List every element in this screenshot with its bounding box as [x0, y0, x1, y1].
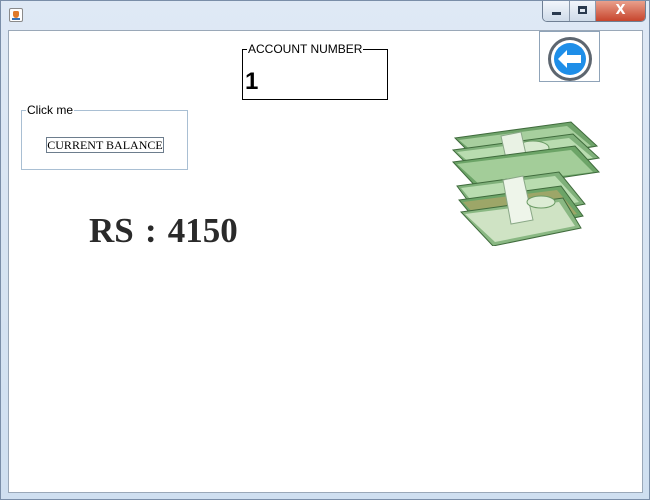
back-arrow-icon — [548, 37, 592, 81]
balance-amount: 4150 — [167, 211, 238, 250]
minimize-button[interactable] — [543, 1, 570, 21]
title-bar[interactable]: X — [1, 1, 650, 30]
account-number-panel: ACCOUNT NUMBER 1 — [242, 42, 388, 100]
current-balance-button[interactable]: CURRENT BALANCE — [46, 137, 164, 153]
balance-display: RS:4150 — [89, 211, 238, 251]
window-controls: X — [542, 1, 646, 22]
money-stack-icon — [451, 121, 601, 246]
account-number-value: 1 — [245, 68, 259, 95]
account-number-label: ACCOUNT NUMBER — [247, 42, 364, 56]
maximize-button[interactable] — [570, 1, 596, 21]
java-app-icon[interactable] — [9, 8, 23, 22]
app-window: X ACCOUNT NUMBER 1 Click me CURRENT BALA… — [0, 0, 650, 500]
close-button[interactable]: X — [596, 1, 645, 21]
back-button[interactable] — [539, 31, 600, 82]
balance-separator: : — [144, 211, 157, 250]
click-me-label: Click me — [26, 103, 75, 117]
content-panel: ACCOUNT NUMBER 1 Click me CURRENT BALANC… — [8, 30, 643, 493]
balance-prefix: RS — [89, 211, 134, 250]
close-icon: X — [615, 3, 626, 18]
click-me-panel: Click me CURRENT BALANCE — [21, 103, 188, 170]
